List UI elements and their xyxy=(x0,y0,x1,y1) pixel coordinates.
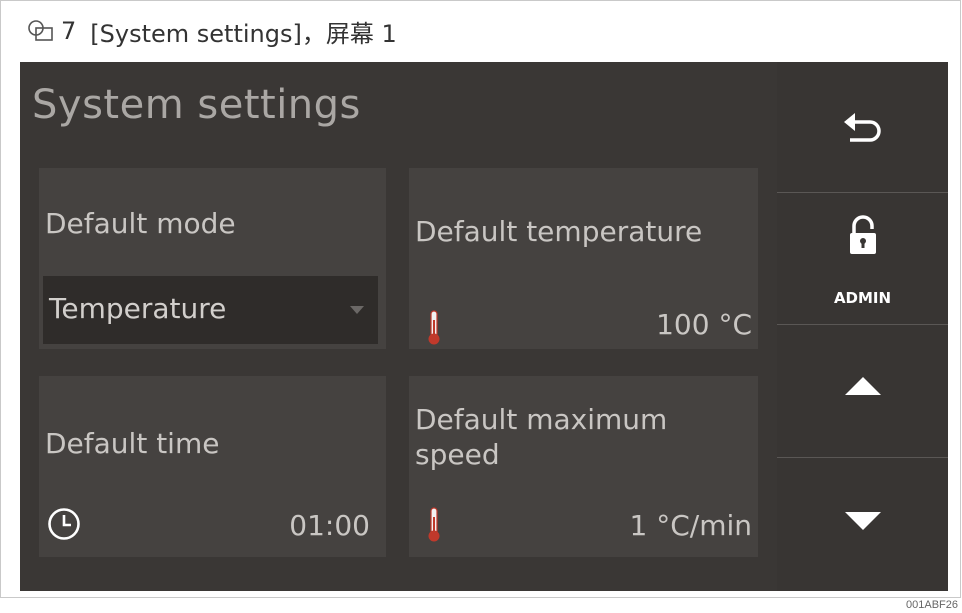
clock-icon xyxy=(48,508,80,540)
default-time-value: 01:00 xyxy=(289,509,370,542)
default-mode-value: Temperature xyxy=(49,292,227,325)
admin-button[interactable]: ADMIN xyxy=(777,192,948,324)
default-mode-label: Default mode xyxy=(45,207,236,240)
default-time-tile[interactable]: Default time 01:00 xyxy=(39,376,386,557)
triangle-down-icon xyxy=(845,512,881,530)
default-max-speed-label: Default maximum speed xyxy=(415,403,668,471)
default-max-speed-value: 1 °C/min xyxy=(629,509,753,542)
default-temperature-label: Default temperature xyxy=(415,215,703,248)
unlocked-padlock-icon xyxy=(850,215,876,254)
device-screen: System settings Default mode Temperature… xyxy=(20,62,948,591)
figure-icon xyxy=(28,20,53,41)
back-button[interactable] xyxy=(777,62,948,192)
default-temperature-tile[interactable]: Default temperature 100 °C xyxy=(409,168,758,349)
figure-number: 7 xyxy=(61,17,77,45)
thermometer-icon xyxy=(428,507,440,542)
page-title: System settings xyxy=(32,82,361,128)
triangle-up-icon xyxy=(845,377,881,395)
image-code: 001ABF26 xyxy=(906,599,958,611)
figure-frame: 7 [System settings]，屏幕 1 System settings… xyxy=(0,0,961,598)
settings-area: System settings Default mode Temperature… xyxy=(20,62,777,591)
default-mode-dropdown[interactable]: Temperature xyxy=(43,276,378,344)
figure-caption: 7 [System settings]，屏幕 1 xyxy=(27,13,397,49)
scroll-down-button[interactable] xyxy=(777,457,948,591)
sidebar: ADMIN xyxy=(777,62,948,591)
default-max-speed-tile[interactable]: Default maximum speed 1 °C/min xyxy=(409,376,758,557)
default-mode-tile: Default mode Temperature xyxy=(39,168,386,349)
default-temperature-value: 100 °C xyxy=(656,308,752,341)
figure-caption-text: [System settings]，屏幕 1 xyxy=(90,19,397,48)
thermometer-icon xyxy=(428,310,440,345)
back-arrow-icon xyxy=(844,113,881,142)
default-time-label: Default time xyxy=(45,427,220,460)
chevron-down-icon xyxy=(350,306,364,314)
scroll-up-button[interactable] xyxy=(777,324,948,457)
admin-label: ADMIN xyxy=(833,289,892,307)
